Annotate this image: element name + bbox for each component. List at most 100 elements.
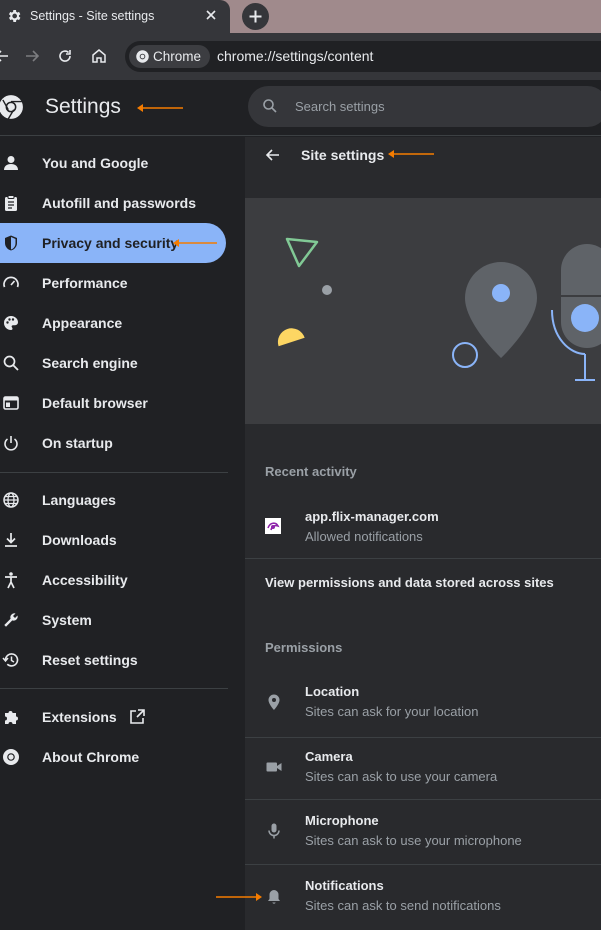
new-tab-button[interactable] — [242, 3, 269, 30]
power-icon — [4, 436, 18, 451]
annotation-arrow — [388, 150, 434, 158]
annotation-arrow — [216, 893, 262, 901]
tab-strip: Settings - Site settings — [0, 0, 601, 33]
recent-activity-row[interactable]: app.flix-manager.com Allowed notificatio… — [245, 497, 601, 557]
chrome-logo-icon — [0, 95, 23, 120]
globe-icon — [3, 492, 19, 508]
close-icon[interactable] — [204, 8, 218, 22]
sidebar-item-label: Autofill and passwords — [42, 195, 197, 211]
browser-icon — [3, 396, 19, 410]
sidebar-item-privacy[interactable]: Privacy and security — [0, 223, 226, 263]
bell-icon — [268, 890, 280, 904]
settings-header: Settings Search settings — [0, 80, 601, 136]
permission-microphone[interactable]: Microphone Sites can ask to use your mic… — [245, 800, 601, 864]
permission-subtitle: Sites can ask to use your camera — [305, 769, 498, 784]
permission-subtitle: Sites can ask to use your microphone — [305, 833, 522, 848]
recent-site-detail: Allowed notifications — [305, 529, 423, 544]
gear-icon — [8, 10, 21, 22]
site-chip-label: Chrome — [153, 49, 202, 64]
permission-title: Notifications — [305, 878, 384, 893]
sidebar-item-label: You and Google — [42, 155, 149, 171]
address-bar[interactable]: Chrome chrome://settings/content — [125, 41, 601, 72]
search-icon — [263, 99, 277, 113]
sidebar-item-downloads[interactable]: Downloads — [0, 520, 226, 560]
chrome-icon — [136, 50, 149, 63]
back-arrow-icon[interactable] — [0, 46, 12, 66]
sidebar-item-about-chrome[interactable]: About Chrome — [0, 737, 226, 777]
page-title: Settings — [45, 95, 121, 118]
open-in-new-icon[interactable] — [128, 708, 146, 726]
sidebar-item-on-startup[interactable]: On startup — [0, 423, 226, 463]
permission-notifications[interactable]: Notifications Sites can ask to send noti… — [245, 865, 601, 930]
site-settings-illustration — [277, 237, 601, 381]
accessibility-icon — [5, 572, 17, 589]
search-input[interactable]: Search settings — [295, 99, 385, 114]
camera-icon — [266, 762, 282, 772]
recent-activity-label: Recent activity — [265, 464, 357, 479]
sidebar-item-reset[interactable]: Reset settings — [0, 640, 226, 680]
view-permissions-link[interactable]: View permissions and data stored across … — [245, 559, 601, 605]
sidebar-item-appearance[interactable]: Appearance — [0, 303, 226, 343]
sidebar-item-label: Default browser — [42, 395, 148, 411]
sidebar-divider — [0, 688, 228, 689]
view-permissions-label: View permissions and data stored across … — [265, 575, 554, 590]
plus-icon — [249, 10, 262, 23]
sidebar-item-system[interactable]: System — [0, 600, 226, 640]
site-favicon-icon — [265, 518, 281, 534]
tab-settings[interactable]: Settings - Site settings — [0, 0, 230, 33]
tab-title: Settings - Site settings — [30, 9, 155, 23]
sidebar-item-default-browser[interactable]: Default browser — [0, 383, 226, 423]
permission-subtitle: Sites can ask to send notifications — [305, 898, 501, 913]
permission-title: Camera — [305, 749, 353, 764]
sidebar-item-label: On startup — [42, 435, 113, 451]
download-icon — [5, 533, 17, 547]
permission-location[interactable]: Location Sites can ask for your location — [245, 675, 601, 737]
chrome-icon — [3, 749, 19, 765]
sidebar-item-extensions[interactable]: Extensions — [0, 697, 226, 737]
hero-illustration — [245, 198, 601, 424]
sidebar-item-autofill[interactable]: Autofill and passwords — [0, 183, 226, 223]
puzzle-icon — [5, 711, 18, 724]
microphone-icon — [268, 823, 280, 839]
sidebar: You and Google Autofill and passwords Pr… — [0, 137, 244, 930]
toolbar: Chrome chrome://settings/content — [0, 33, 601, 80]
sidebar-item-label: Performance — [42, 275, 128, 291]
sidebar-item-label: Extensions — [42, 709, 117, 725]
sidebar-item-label: About Chrome — [42, 749, 140, 765]
sidebar-divider — [0, 472, 228, 473]
sidebar-item-label: System — [42, 612, 92, 628]
permissions-label: Permissions — [265, 640, 343, 655]
home-icon[interactable] — [89, 46, 109, 66]
shield-icon — [5, 235, 17, 251]
url-text[interactable]: chrome://settings/content — [217, 48, 373, 64]
permission-title: Microphone — [305, 813, 379, 828]
sidebar-item-label: Reset settings — [42, 652, 138, 668]
sidebar-item-accessibility[interactable]: Accessibility — [0, 560, 226, 600]
location-pin-icon — [268, 694, 280, 710]
search-settings[interactable]: Search settings — [248, 86, 601, 127]
search-icon — [3, 355, 19, 371]
permission-title: Location — [305, 684, 360, 699]
permission-subtitle: Sites can ask for your location — [305, 704, 479, 719]
forward-arrow-icon[interactable] — [22, 46, 42, 66]
main-panel: Site settings Recent activity app.flix-m… — [245, 137, 601, 930]
site-chip[interactable]: Chrome — [129, 45, 210, 68]
sidebar-item-label: Languages — [42, 492, 116, 508]
annotation-arrow — [173, 239, 217, 247]
section-title: Site settings — [301, 147, 385, 163]
reload-icon[interactable] — [55, 46, 75, 66]
speedometer-icon — [3, 276, 19, 288]
sidebar-item-you-and-google[interactable]: You and Google — [0, 143, 226, 183]
sidebar-item-label: Privacy and security — [42, 235, 179, 251]
sidebar-item-languages[interactable]: Languages — [0, 480, 226, 520]
sidebar-item-label: Appearance — [42, 315, 123, 331]
clipboard-icon — [5, 195, 17, 211]
permission-camera[interactable]: Camera Sites can ask to use your camera — [245, 738, 601, 802]
history-icon — [2, 653, 19, 667]
back-arrow-icon[interactable] — [264, 146, 282, 164]
sidebar-item-search-engine[interactable]: Search engine — [0, 343, 226, 383]
wrench-icon — [4, 613, 18, 627]
sidebar-item-performance[interactable]: Performance — [0, 263, 226, 303]
sidebar-item-label: Search engine — [42, 355, 138, 371]
sidebar-item-label: Downloads — [42, 532, 117, 548]
